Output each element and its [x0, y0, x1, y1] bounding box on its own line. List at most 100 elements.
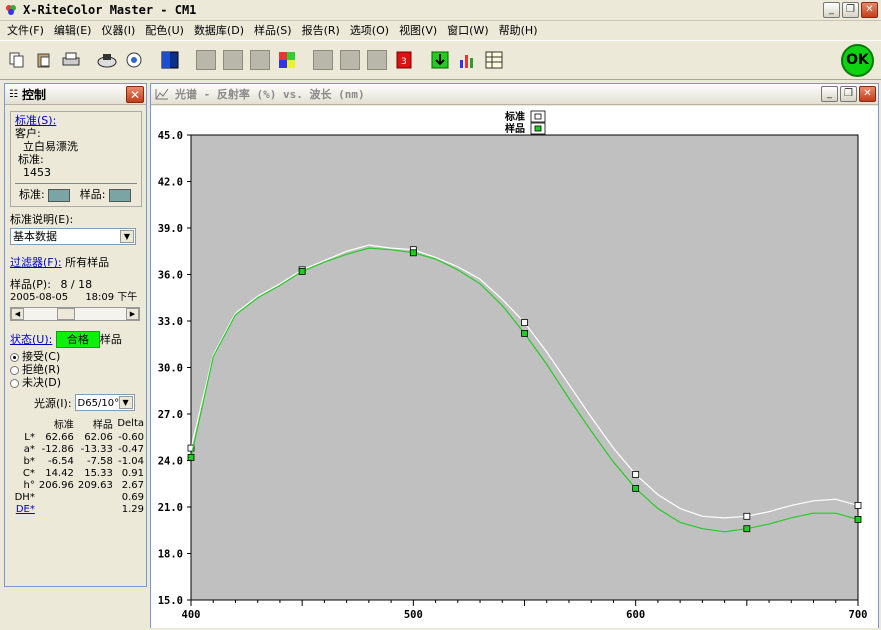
cell-label[interactable]: DE*	[12, 503, 37, 515]
table-icon[interactable]	[483, 49, 505, 71]
cell-smp: -7.58	[86, 455, 113, 467]
spectrum-restore-button[interactable]: ❐	[840, 86, 857, 102]
sample-swatch	[108, 188, 131, 202]
spectrum-minimize-button[interactable]: _	[821, 86, 838, 102]
y-tick-label: 21.0	[158, 502, 183, 514]
control-panel-header: ☷ 控制 ✕	[5, 84, 146, 105]
spectrum-window-header: 光谱 - 反射率 (%) vs. 波长 (nm) _ ❐ ✕	[151, 84, 878, 105]
menu-bar: 文件(F) 编辑(E) 仪器(I) 配色(U) 数据库(D) 样品(S) 报告(R) 选项(O…	[0, 21, 881, 39]
x-tick-label: 400	[182, 609, 201, 621]
cell-label: L*	[24, 431, 35, 443]
table-row: DH* 0.69	[12, 491, 146, 503]
radio-accept[interactable]: 接受(C)	[10, 350, 146, 363]
radio-pending-icon[interactable]	[10, 378, 19, 388]
y-tick-label: 39.0	[158, 223, 183, 235]
cell-delta: -1.04	[118, 455, 144, 467]
legend-marker	[534, 125, 542, 132]
color-grid-icon[interactable]	[276, 49, 298, 71]
radio-pending[interactable]: 未决(D)	[10, 376, 146, 389]
copy-icon[interactable]	[6, 49, 28, 71]
customer-label: 客户:	[15, 127, 41, 140]
menu-item-5[interactable]: 样品(S)	[249, 22, 297, 38]
spectrum-window-title: 光谱 - 反射率 (%) vs. 波长 (nm)	[175, 88, 365, 101]
paste-icon[interactable]	[33, 49, 55, 71]
x-tick-label: 500	[404, 609, 423, 621]
data-point-0	[743, 512, 751, 520]
cell-std: -6.54	[47, 455, 74, 467]
sample-position: 8 / 18	[60, 278, 93, 291]
menu-item-1[interactable]: 编辑(E)	[49, 22, 97, 38]
color-swatch-icon[interactable]	[159, 49, 181, 71]
sample-scrollbar[interactable]: ◀ ▶	[10, 307, 140, 321]
radio-reject[interactable]: 拒绝(R)	[10, 363, 146, 376]
document-icon-2[interactable]	[339, 49, 361, 71]
spectrum-chart: 15.0 18.0 21.0 24.0 27.0 30.0 33.0 36.0 39.0 42.0…	[151, 106, 878, 628]
data-point-1	[632, 484, 640, 492]
control-panel: ☷ 控制 ✕ 标准(S): 客户: 立白易漂洗 标准: 1453 标准: 样品:…	[4, 83, 147, 587]
chevron-down-icon[interactable]: ▼	[120, 230, 134, 243]
filter-value: 所有样品	[65, 256, 110, 269]
print-icon[interactable]	[60, 49, 82, 71]
menu-item-2[interactable]: 仪器(I)	[96, 22, 140, 38]
menu-item-7[interactable]: 选项(O)	[345, 22, 394, 38]
std-desc-value: 基本数据	[13, 230, 57, 243]
swatch-std-label: 标准:	[19, 188, 45, 201]
radio-accept-icon[interactable]	[10, 352, 19, 362]
data-point-1	[409, 249, 417, 257]
x-tick-label: 600	[626, 609, 645, 621]
close-panel-button[interactable]: ✕	[126, 86, 144, 103]
menu-item-0[interactable]: 文件(F)	[2, 22, 49, 38]
minimize-button[interactable]: _	[823, 2, 840, 18]
cell-label: C*	[22, 467, 35, 479]
y-tick-label: 42.0	[158, 177, 183, 189]
menu-item-4[interactable]: 数据库(D)	[189, 22, 249, 38]
measure-instrument-icon[interactable]	[96, 49, 118, 71]
illuminant-select[interactable]: D65/10° ▼	[74, 394, 135, 411]
document-icon-3[interactable]	[366, 49, 388, 71]
restore-button[interactable]: ❐	[842, 2, 859, 18]
radio-reject-label: 拒绝(R)	[22, 363, 61, 376]
y-tick-label: 33.0	[158, 316, 183, 328]
standard-info-box: 标准(S): 客户: 立白易漂洗 标准: 1453 标准: 样品:	[10, 111, 142, 207]
data-point-1	[854, 515, 862, 523]
table-row: DE* 1.29	[12, 503, 146, 515]
filter-link[interactable]: 过滤器(F):	[10, 256, 62, 269]
menu-item-6[interactable]: 报告(R)	[297, 22, 345, 38]
table-row: b* -6.54 -7.58 -1.04	[12, 455, 146, 467]
spectrum-close-button[interactable]: ✕	[859, 86, 876, 102]
ok-button[interactable]: OK	[841, 44, 874, 77]
menu-item-8[interactable]: 视图(V)	[394, 22, 442, 38]
chart-icon	[155, 88, 169, 100]
y-tick-label: 27.0	[158, 409, 183, 421]
scroll-left-icon[interactable]: ◀	[11, 308, 24, 320]
scroll-thumb[interactable]	[57, 308, 75, 320]
status-link[interactable]: 状态(U):	[10, 333, 52, 346]
standard-label: 标准:	[18, 153, 44, 166]
report-icon-3[interactable]	[249, 49, 271, 71]
standard-link[interactable]: 标准(S):	[15, 114, 56, 127]
radio-reject-icon[interactable]	[10, 365, 19, 375]
cell-delta: 1.29	[121, 503, 144, 515]
menu-item-3[interactable]: 配色(U)	[140, 22, 189, 38]
sample-date: 2005-08-05	[10, 292, 69, 303]
sample-time: 18:09 下午	[85, 292, 138, 303]
report-icon-2[interactable]	[222, 49, 244, 71]
data-point-0	[521, 319, 528, 326]
chevron-down-icon[interactable]: ▼	[118, 396, 133, 409]
document-icon-1[interactable]	[312, 49, 334, 71]
y-tick-label: 18.0	[158, 549, 183, 561]
scroll-right-icon[interactable]: ▶	[126, 308, 139, 320]
close-button[interactable]: ✕	[861, 2, 878, 18]
std-desc-select[interactable]: 基本数据 ▼	[10, 228, 136, 245]
cell-label: DH*	[14, 491, 35, 503]
document-red-icon[interactable]: 3	[393, 49, 415, 71]
report-icon-1[interactable]	[195, 49, 217, 71]
calibrate-icon[interactable]	[123, 49, 145, 71]
toolbar: 3 OK	[0, 40, 881, 80]
cell-delta: -0.60	[118, 431, 144, 443]
menu-item-10[interactable]: 帮助(H)	[494, 22, 543, 38]
bar-chart-icon[interactable]	[456, 49, 478, 71]
cell-smp: 62.06	[84, 431, 113, 443]
menu-item-9[interactable]: 窗口(W)	[442, 22, 493, 38]
download-icon[interactable]	[429, 49, 451, 71]
